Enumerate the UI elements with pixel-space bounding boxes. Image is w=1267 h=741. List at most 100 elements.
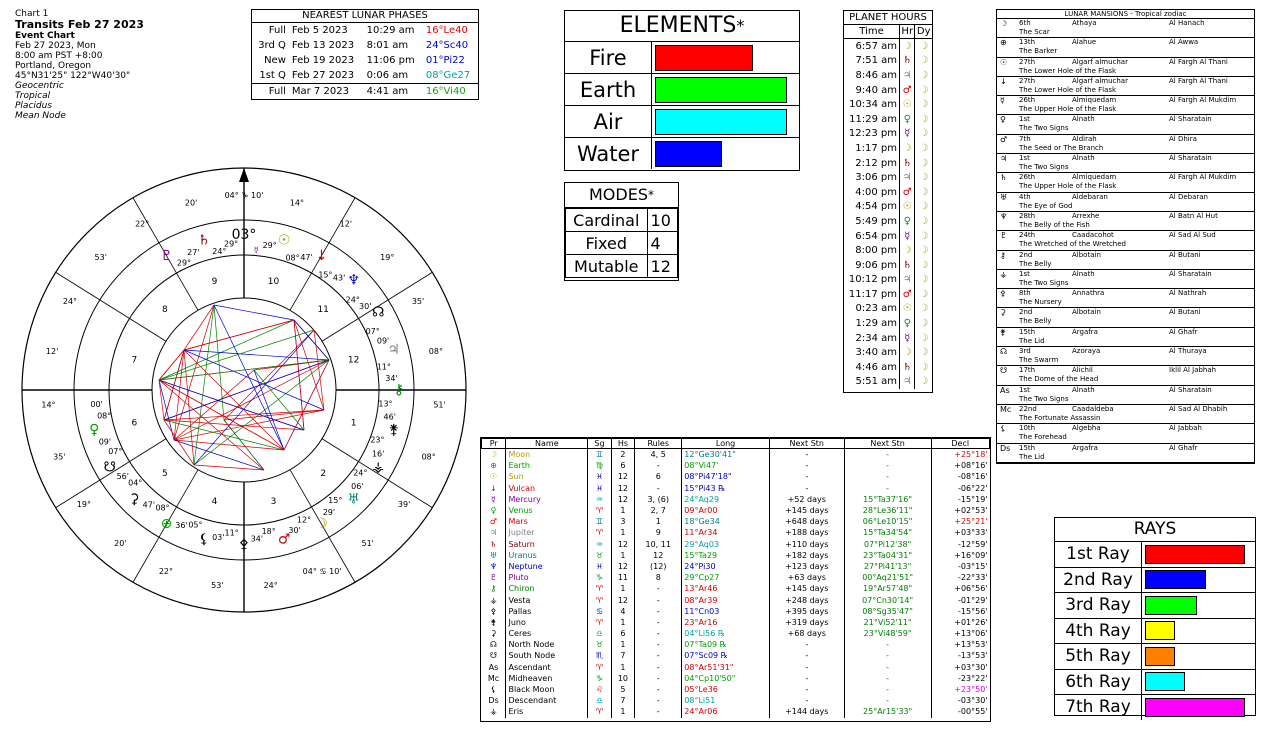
- planet-glyph-icon: ♇: [160, 248, 173, 264]
- chart-location: Portland, Oregon: [15, 61, 92, 71]
- hour-planet-glyph: ♄: [899, 360, 915, 375]
- planet-next-station-pos: -: [843, 448, 931, 461]
- mansion-name: Annathra: [1072, 289, 1105, 298]
- planet-longitude: 29°Aq03: [681, 538, 770, 550]
- planet-next-station-pos: -: [843, 639, 931, 651]
- mansion-glyph: Mc: [1000, 404, 1012, 414]
- planet-row: ⚴ Pallas ♋ 4-11°Cn03 +395 days 08°Sg35'47" -15…: [482, 605, 990, 617]
- mansion-row: ☊ 3rd Azoraya Al Thuraya The Swarm: [997, 347, 1254, 367]
- planet-glyph: ☿: [491, 494, 496, 504]
- mansion-desc: The Upper Hole of the Flask: [1019, 105, 1117, 114]
- mansion-glyph: ☉: [1000, 57, 1008, 67]
- planet-glyph: ☊: [489, 640, 498, 650]
- planets-table: Pr Name Sg Hs Rules Long Next Stn Next Stn Decl …: [481, 438, 990, 718]
- hour-planet-glyph: ♂: [899, 184, 915, 200]
- element-bar: [655, 140, 722, 167]
- lunar-mansions-panel: LUNAR MANSIONS - Tropical zodiac ☽ 6th Ath…: [996, 9, 1255, 464]
- planet-next-station-days: -: [768, 639, 845, 651]
- planet-degree-label: 08°: [285, 254, 299, 263]
- planet-rules: -: [634, 683, 682, 696]
- planet-next-station-pos: 07°Pi12'38": [843, 538, 931, 550]
- planet-house: 12: [610, 471, 635, 483]
- planet-house: 10: [610, 672, 635, 684]
- planet-sign: ♑: [587, 572, 612, 584]
- planet-house: 1: [610, 583, 635, 595]
- planet-longitude: 15°Pi43 ℞: [681, 482, 770, 494]
- phase-name: Full: [268, 86, 286, 97]
- day-planet-glyph: ☽: [914, 272, 932, 288]
- planet-house: 1: [610, 639, 635, 651]
- planet-house: 7: [610, 650, 635, 662]
- planet-glyph: ⚶: [490, 595, 497, 605]
- planet-row: ♄ Saturn ♒ 12 10, 11 29°Aq03 +110 days 07°Pi12'…: [482, 538, 990, 550]
- planet-longitude: 23°Ar16: [681, 616, 770, 628]
- hours-row: 10:12 pm ♃ ☽: [844, 272, 932, 288]
- planet-glyph: ☉: [489, 472, 498, 482]
- planet-next-station-pos: 25°Ar15'33": [843, 706, 931, 718]
- hours-row: 1:17 pm ☽ ☽: [844, 141, 932, 156]
- planet-glyph-icon: ⚳: [129, 492, 139, 508]
- hour-time: 4:00 pm: [855, 186, 898, 198]
- planet-rules: 4, 5: [634, 448, 682, 461]
- hours-row: 4:54 pm ☉ ☽: [844, 199, 932, 215]
- planet-degree-label: 29°: [263, 241, 277, 250]
- day-planet-glyph: ☽: [914, 345, 932, 361]
- mansion-glyph: ♂: [1000, 134, 1008, 144]
- mansion-arabic: Al Sharatain: [1169, 154, 1212, 163]
- planet-row: ⊕ Earth ♍ 6-08°Vi47' - - +08°16': [482, 460, 990, 472]
- planet-glyph-icon: ⊕: [161, 516, 173, 532]
- hour-time: 1:17 pm: [855, 142, 898, 154]
- day-planet-glyph: ☽: [914, 97, 932, 112]
- hours-row: 2:12 pm ♄ ☽: [844, 155, 932, 171]
- planet-next-station-pos: 07°Cn30'14": [843, 594, 931, 606]
- mansion-row: ⚶ 1st Alnath Al Sharatain The Two Signs: [997, 270, 1254, 290]
- planet-glyph: ♀: [490, 506, 497, 516]
- aspect-line: [158, 379, 165, 421]
- day-planet-glyph: ☽: [914, 38, 932, 54]
- mode-label: Mutable: [565, 254, 648, 278]
- hour-time: 5:51 am: [855, 376, 898, 388]
- planet-name: Ceres: [505, 628, 588, 640]
- planet-rules: 1: [634, 516, 682, 528]
- day-planet-glyph: ☽: [914, 330, 932, 346]
- planet-sign: ♌: [587, 683, 612, 696]
- cusp-degree-label: 19°: [77, 500, 91, 509]
- mansion-number: 17th: [1019, 366, 1036, 375]
- ray-row: 7th Ray: [1055, 694, 1255, 720]
- mansion-name: Argafra: [1072, 443, 1098, 452]
- day-planet-glyph: ☽: [914, 82, 932, 98]
- mansion-number: 26th: [1019, 96, 1036, 105]
- planet-degree-label: 56': [117, 472, 129, 481]
- planet-next-station-pos: 15°Ta37'16": [843, 493, 931, 505]
- hours-row: 4:46 am ♄ ☽: [844, 360, 932, 375]
- planet-house: 1: [610, 504, 635, 517]
- hours-row: 11:29 am ♀ ☽: [844, 111, 932, 127]
- mansion-arabic: Al Batn Al Hut: [1169, 211, 1218, 220]
- planet-rules: -: [634, 650, 682, 662]
- modes-title: MODES*: [565, 183, 678, 208]
- planet-next-station-days: +52 days: [768, 493, 845, 505]
- planet-next-station-days: -: [768, 448, 845, 461]
- ray-row: 5th Ray: [1055, 643, 1255, 669]
- planet-degree-label: 11°: [225, 528, 239, 537]
- mansion-name: Alichil: [1072, 366, 1093, 375]
- mansion-desc: The Belly: [1019, 259, 1052, 268]
- ray-row: 3rd Ray: [1055, 592, 1255, 618]
- mansion-desc: The Two Signs: [1019, 278, 1069, 287]
- hour-planet-glyph: ☽: [899, 141, 915, 156]
- ray-bar: [1145, 672, 1186, 692]
- phase-time: 8:01 am: [366, 40, 409, 51]
- hours-row: 9:06 pm ♄ ☽: [844, 257, 932, 273]
- planet-row: ⚵ Juno ♈ 1-23°Ar16 +319 days 21°Vi52'11" +01°2…: [482, 616, 990, 628]
- element-bar: [655, 108, 787, 135]
- planet-degree-label: 34': [251, 534, 263, 543]
- house-number: 4: [212, 497, 218, 507]
- planet-rules: 6: [634, 471, 682, 483]
- phase-name: Full: [268, 25, 286, 36]
- hour-time: 2:34 am: [855, 332, 898, 344]
- ray-label: 7th Ray: [1055, 695, 1142, 720]
- phase-row: Full Mar 7 2023 4:41 am 16°Vi40: [252, 83, 478, 100]
- cusp-degree-label: 51': [433, 400, 445, 409]
- day-planet-glyph: ☽: [914, 141, 932, 156]
- planet-sign: ♒: [587, 538, 612, 550]
